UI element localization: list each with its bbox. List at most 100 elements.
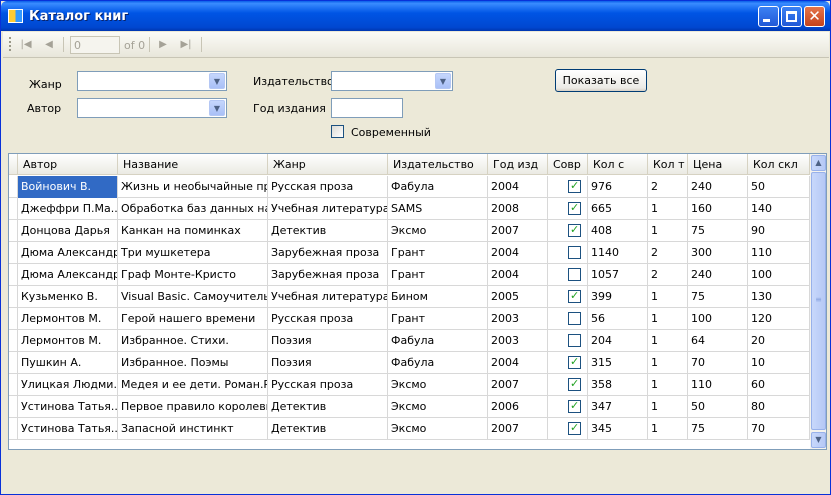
cell-author[interactable]: Устинова Татья...	[18, 396, 118, 418]
cell-title[interactable]: Visual Basic. Самоучитель	[118, 286, 268, 308]
year-input[interactable]	[331, 98, 403, 118]
row-header[interactable]	[9, 308, 18, 330]
cell-stock[interactable]: 60	[748, 374, 810, 396]
cell-modern[interactable]	[548, 264, 588, 286]
position-field[interactable]: 0	[70, 36, 120, 54]
cell-volumes[interactable]: 1	[648, 198, 688, 220]
cell-volumes[interactable]: 1	[648, 286, 688, 308]
column-header-price[interactable]: Цена	[688, 154, 748, 175]
cell-title[interactable]: Запасной инстинкт	[118, 418, 268, 440]
books-grid[interactable]: Автор Название Жанр Издательство Год изд…	[8, 153, 827, 450]
cell-volumes[interactable]: 1	[648, 418, 688, 440]
row-header[interactable]	[9, 418, 18, 440]
vertical-scrollbar[interactable]: ▲ ≡ ▼	[810, 154, 826, 449]
cell-genre[interactable]: Зарубежная проза	[268, 264, 388, 286]
row-header[interactable]	[9, 396, 18, 418]
cell-publisher[interactable]: Эксмо	[388, 220, 488, 242]
cell-publisher[interactable]: Фабула	[388, 330, 488, 352]
move-first-icon[interactable]: |◀	[18, 37, 34, 52]
cell-year[interactable]: 2005	[488, 286, 548, 308]
move-previous-icon[interactable]: ◀	[41, 37, 57, 52]
column-header-year[interactable]: Год изд	[488, 154, 548, 175]
cell-publisher[interactable]: Эксмо	[388, 396, 488, 418]
unchecked-checkbox-icon[interactable]	[568, 312, 581, 325]
cell-publisher[interactable]: Грант	[388, 308, 488, 330]
cell-stock[interactable]: 70	[748, 418, 810, 440]
cell-year[interactable]: 2007	[488, 374, 548, 396]
cell-price[interactable]: 64	[688, 330, 748, 352]
cell-pages[interactable]: 315	[588, 352, 648, 374]
cell-volumes[interactable]: 1	[648, 352, 688, 374]
cell-stock[interactable]: 80	[748, 396, 810, 418]
chevron-down-icon[interactable]: ▼	[209, 100, 225, 116]
cell-price[interactable]: 240	[688, 176, 748, 198]
scroll-up-icon[interactable]: ▲	[811, 155, 826, 171]
cell-author[interactable]: Пушкин А.	[18, 352, 118, 374]
cell-publisher[interactable]: Фабула	[388, 352, 488, 374]
column-header-title[interactable]: Название	[118, 154, 268, 175]
checked-checkbox-icon[interactable]	[568, 355, 581, 369]
cell-price[interactable]: 75	[688, 286, 748, 308]
cell-volumes[interactable]: 1	[648, 374, 688, 396]
cell-pages[interactable]: 665	[588, 198, 648, 220]
table-row[interactable]: Джеффри П.Ма... Обработка баз данных на..…	[9, 198, 810, 220]
checked-checkbox-icon[interactable]	[568, 377, 581, 391]
cell-pages[interactable]: 204	[588, 330, 648, 352]
maximize-button[interactable]	[781, 6, 802, 27]
cell-stock[interactable]: 10	[748, 352, 810, 374]
unchecked-checkbox-icon[interactable]	[568, 246, 581, 259]
cell-title[interactable]: Герой нашего времени	[118, 308, 268, 330]
table-row[interactable]: Донцова Дарья Канкан на поминках Детектив Э…	[9, 220, 810, 242]
checked-checkbox-icon[interactable]	[568, 289, 581, 303]
cell-author[interactable]: Улицкая Людми...	[18, 374, 118, 396]
table-row[interactable]: Дюма Александр Граф Монте-Кристо Зарубежна…	[9, 264, 810, 286]
cell-pages[interactable]: 358	[588, 374, 648, 396]
table-row[interactable]: Войнович В. Жизнь и необычайные пр... Русс…	[9, 176, 810, 198]
cell-title[interactable]: Обработка баз данных на...	[118, 198, 268, 220]
table-row[interactable]: Лермонтов М. Герой нашего времени Русская …	[9, 308, 810, 330]
cell-publisher[interactable]: SAMS	[388, 198, 488, 220]
cell-volumes[interactable]: 1	[648, 308, 688, 330]
row-header[interactable]	[9, 264, 18, 286]
checked-checkbox-icon[interactable]	[568, 179, 581, 193]
cell-publisher[interactable]: Грант	[388, 242, 488, 264]
row-header[interactable]	[9, 330, 18, 352]
cell-stock[interactable]: 100	[748, 264, 810, 286]
cell-publisher[interactable]: Грант	[388, 264, 488, 286]
table-row[interactable]: Лермонтов М. Избранное. Стихи. Поэзия Фабул…	[9, 330, 810, 352]
cell-genre[interactable]: Детектив	[268, 220, 388, 242]
cell-year[interactable]: 2007	[488, 220, 548, 242]
cell-pages[interactable]: 347	[588, 396, 648, 418]
title-bar[interactable]: Каталог книг ✕	[1, 1, 830, 31]
cell-genre[interactable]: Зарубежная проза	[268, 242, 388, 264]
row-header[interactable]	[9, 374, 18, 396]
cell-author[interactable]: Джеффри П.Ма...	[18, 198, 118, 220]
cell-modern[interactable]	[548, 286, 588, 308]
cell-year[interactable]: 2008	[488, 198, 548, 220]
cell-pages[interactable]: 408	[588, 220, 648, 242]
scroll-down-icon[interactable]: ▼	[811, 432, 826, 448]
cell-author[interactable]: Дюма Александр	[18, 264, 118, 286]
cell-year[interactable]: 2006	[488, 396, 548, 418]
cell-price[interactable]: 300	[688, 242, 748, 264]
column-header-modern[interactable]: Совр	[548, 154, 588, 175]
cell-genre[interactable]: Русская проза	[268, 308, 388, 330]
cell-author[interactable]: Устинова Татья...	[18, 418, 118, 440]
cell-stock[interactable]: 50	[748, 176, 810, 198]
cell-modern[interactable]	[548, 198, 588, 220]
modern-checkbox[interactable]	[331, 125, 344, 138]
cell-title[interactable]: Медея и ее дети. Роман.Р...	[118, 374, 268, 396]
checked-checkbox-icon[interactable]	[568, 399, 581, 413]
cell-year[interactable]: 2007	[488, 418, 548, 440]
table-row[interactable]: Улицкая Людми... Медея и ее дети. Роман.Р…	[9, 374, 810, 396]
cell-pages[interactable]: 399	[588, 286, 648, 308]
cell-author[interactable]: Кузьменко В.	[18, 286, 118, 308]
cell-genre[interactable]: Детектив	[268, 396, 388, 418]
cell-modern[interactable]	[548, 176, 588, 198]
cell-volumes[interactable]: 1	[648, 396, 688, 418]
cell-modern[interactable]	[548, 352, 588, 374]
table-row[interactable]: Устинова Татья... Первое правило королевы…	[9, 396, 810, 418]
unchecked-checkbox-icon[interactable]	[568, 334, 581, 347]
cell-stock[interactable]: 130	[748, 286, 810, 308]
cell-stock[interactable]: 140	[748, 198, 810, 220]
